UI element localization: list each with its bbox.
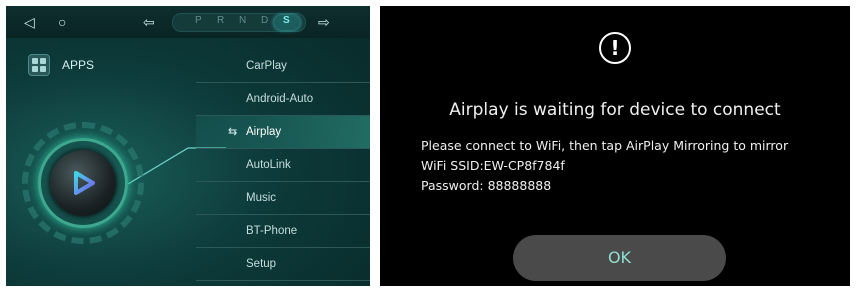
menu-item-autolink[interactable]: AutoLink	[196, 149, 370, 182]
menu-item-label: CarPlay	[246, 60, 287, 72]
airplay-icon: ⇆	[228, 126, 238, 138]
menu-item-label: AutoLink	[246, 159, 291, 171]
play-icon[interactable]	[68, 168, 98, 198]
wifi-password: Password: 88888888	[421, 178, 552, 193]
dialog-title: Airplay is waiting for device to connect	[449, 100, 781, 120]
menu-item-music[interactable]: Music	[196, 182, 370, 215]
menu-item-label: BT-Phone	[246, 225, 298, 237]
airplay-dialog: ! Airplay is waiting for device to conne…	[380, 6, 850, 286]
dialog-instruction: Please connect to WiFi, then tap AirPlay…	[421, 138, 789, 153]
ok-button[interactable]: OK	[513, 235, 726, 281]
menu-item-bt-phone[interactable]: BT-Phone	[196, 215, 370, 248]
menu-item-setup[interactable]: Setup	[196, 248, 370, 281]
menu-item-label: Setup	[246, 258, 277, 270]
menu-item-airplay[interactable]: ⇆ Airplay	[196, 116, 370, 149]
app-menu: CarPlay Android-Auto ⇆ Airplay AutoLink …	[196, 50, 370, 281]
menu-item-label: Airplay	[246, 126, 282, 138]
app-launcher-panel: ◁ ○ ⇦ P R N D S ⇨ APPS CarPlay Android-A…	[6, 6, 370, 286]
menu-item-carplay[interactable]: CarPlay	[196, 50, 370, 83]
wifi-ssid: WiFi SSID:EW-CP8f784f	[421, 158, 565, 173]
menu-item-label: Music	[246, 192, 277, 204]
menu-item-label: Android-Auto	[246, 93, 314, 105]
menu-item-android-auto[interactable]: Android-Auto	[196, 83, 370, 116]
exclamation-icon: !	[599, 32, 631, 64]
